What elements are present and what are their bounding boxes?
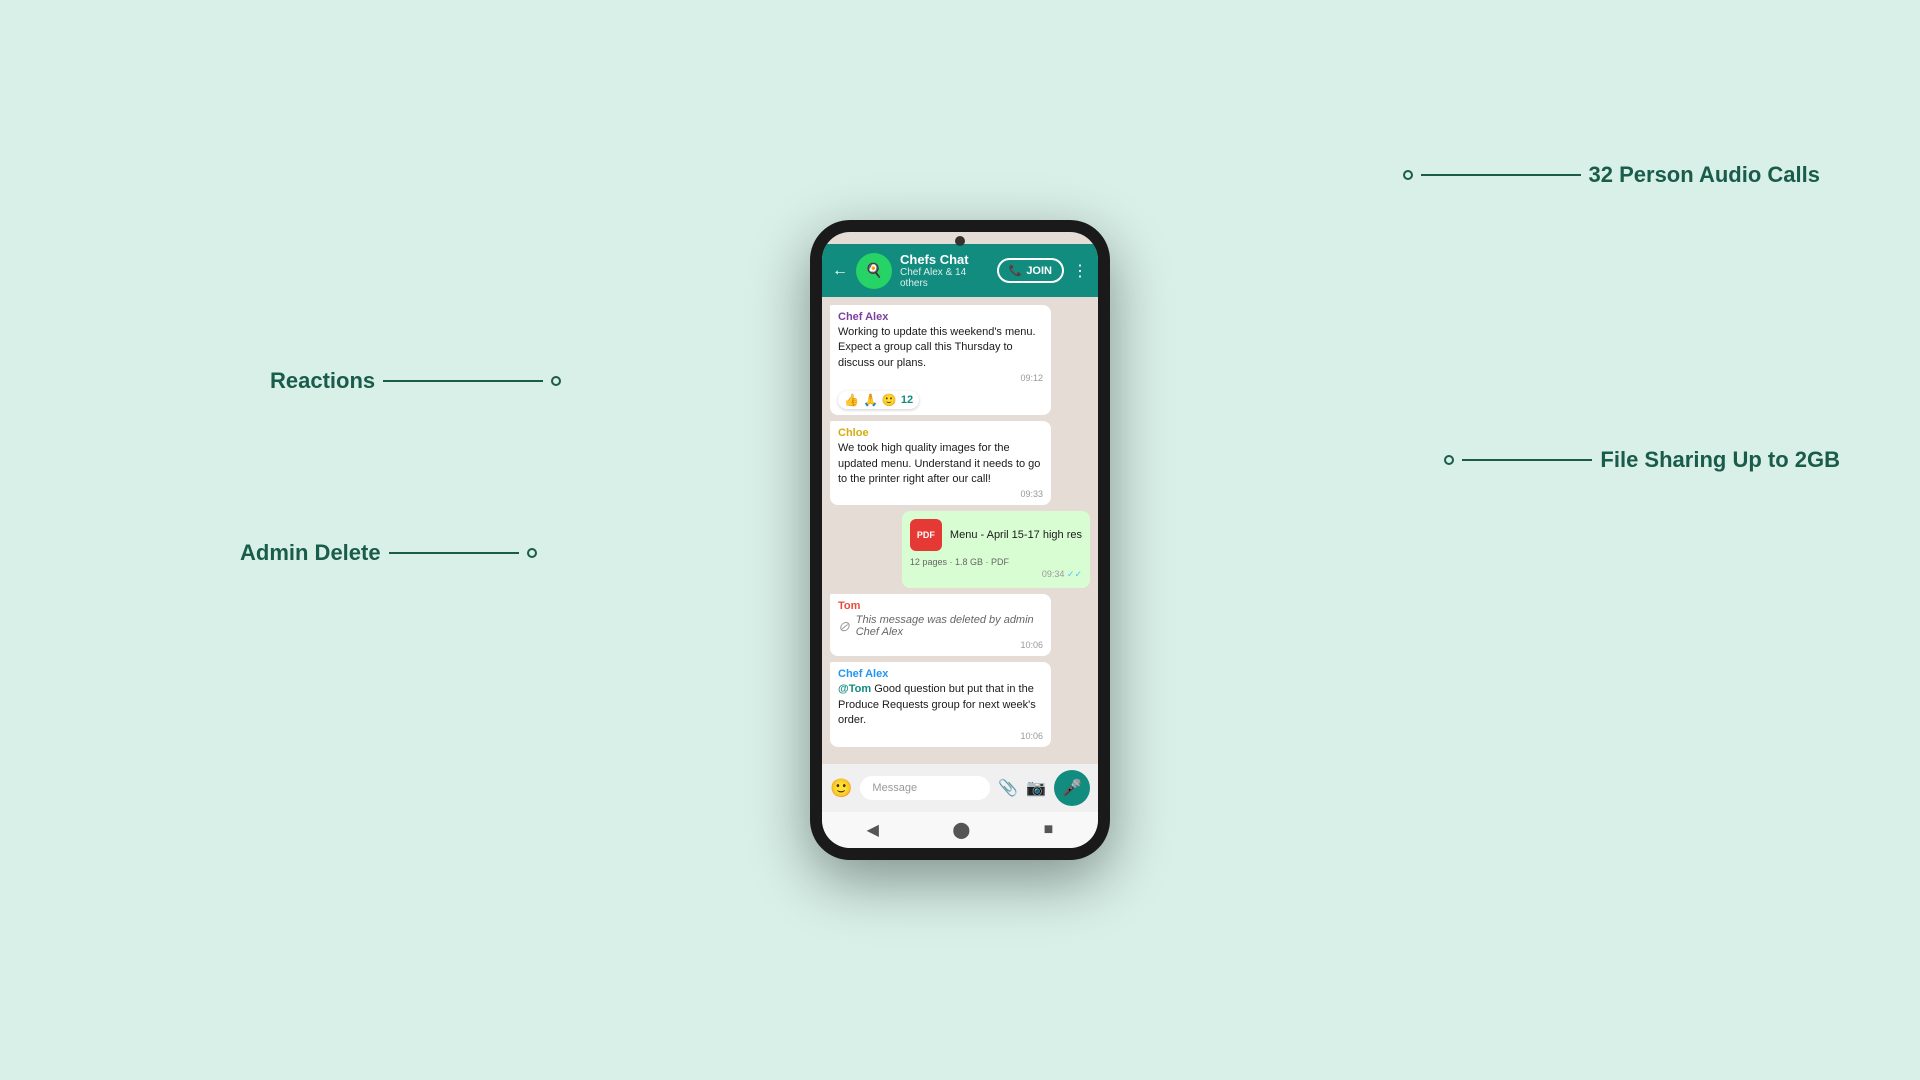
msg-text-5: @Tom Good question but put that in the P… (838, 682, 1043, 728)
deleted-message: ⊘ This message was deleted by admin Chef… (838, 614, 1043, 638)
join-label: JOIN (1026, 265, 1052, 277)
message-4-deleted: Tom ⊘ This message was deleted by admin … (830, 594, 1051, 656)
sender-chef-alex2: Chef Alex (838, 668, 1043, 680)
pdf-icon: PDF (910, 519, 942, 551)
attach-button[interactable]: 📎 (998, 778, 1018, 798)
mention-tom: @Tom (838, 683, 871, 695)
audio-calls-dot (1403, 170, 1413, 180)
reaction-smile: 🙂 (882, 393, 897, 407)
annotation-admin-delete: Admin Delete (240, 540, 537, 566)
chat-header: ← 🍳 Chefs Chat Chef Alex & 14 others 📞 J… (822, 244, 1098, 297)
annotation-audio-calls: 32 Person Audio Calls (1403, 162, 1820, 188)
annotation-file-sharing: File Sharing Up to 2GB (1444, 447, 1840, 473)
chat-name: Chefs Chat (900, 252, 989, 267)
deleted-text: This message was deleted by admin Chef A… (856, 614, 1043, 638)
message-5: Chef Alex @Tom Good question but put tha… (830, 662, 1051, 746)
phone-screen: ← 🍳 Chefs Chat Chef Alex & 14 others 📞 J… (822, 232, 1098, 848)
more-options-button[interactable]: ⋮ (1072, 261, 1088, 281)
annotation-audio-calls-label: 32 Person Audio Calls (1589, 162, 1820, 188)
chat-members: Chef Alex & 14 others (900, 267, 989, 289)
annotation-reactions: Reactions (270, 368, 561, 394)
msg-time-3: 09:34 ✓✓ (910, 569, 1082, 580)
msg-time-4: 10:06 (838, 640, 1043, 650)
nav-recent-button[interactable]: ■ (1044, 821, 1054, 839)
camera-notch (955, 236, 965, 246)
nav-back-button[interactable]: ◀ (867, 820, 879, 840)
nav-home-button[interactable]: ⬤ (952, 820, 970, 840)
mic-button[interactable]: 🎤 (1054, 770, 1090, 806)
deleted-icon: ⊘ (838, 618, 850, 635)
message-2: Chloe We took high quality images for th… (830, 421, 1051, 505)
phone-icon: 📞 (1009, 264, 1023, 277)
audio-calls-line (1421, 174, 1581, 176)
sender-chef-alex: Chef Alex (838, 311, 1043, 323)
message-input-bar: 🙂 Message 📎 📷 🎤 (822, 764, 1098, 812)
admin-delete-dot (527, 548, 537, 558)
message-3-file: PDF Menu - April 15-17 high res 12 pages… (902, 511, 1090, 588)
phone-mockup: ← 🍳 Chefs Chat Chef Alex & 14 others 📞 J… (810, 220, 1110, 860)
group-avatar: 🍳 (856, 253, 892, 289)
annotation-file-sharing-label: File Sharing Up to 2GB (1600, 447, 1840, 473)
annotation-reactions-label: Reactions (270, 368, 375, 394)
annotation-admin-delete-label: Admin Delete (240, 540, 381, 566)
msg-text-1: Working to update this weekend's menu. E… (838, 325, 1043, 371)
reaction-count: 12 (901, 394, 913, 406)
file-info: Menu - April 15-17 high res (950, 529, 1082, 541)
msg-text-2: We took high quality images for the upda… (838, 441, 1043, 487)
file-sharing-dot (1444, 455, 1454, 465)
reactions-bar: 👍 🙏 🙂 12 (838, 391, 919, 409)
file-meta: 12 pages · 1.8 GB · PDF (910, 557, 1082, 567)
emoji-button[interactable]: 🙂 (830, 778, 852, 799)
ticks: ✓✓ (1067, 569, 1082, 579)
reactions-dot (551, 376, 561, 386)
chat-body: Chef Alex Working to update this weekend… (822, 297, 1098, 764)
camera-button[interactable]: 📷 (1026, 778, 1046, 798)
message-input[interactable]: Message (860, 776, 990, 800)
reactions-line (383, 380, 543, 382)
msg-time-5: 10:06 (838, 731, 1043, 741)
join-button[interactable]: 📞 JOIN (997, 258, 1064, 283)
navigation-bar: ◀ ⬤ ■ (822, 812, 1098, 848)
file-sharing-line (1462, 459, 1592, 461)
file-name: Menu - April 15-17 high res (950, 529, 1082, 541)
chat-info: Chefs Chat Chef Alex & 14 others (900, 252, 989, 289)
reaction-pray: 🙏 (863, 393, 878, 407)
sender-tom: Tom (838, 600, 1043, 612)
reaction-thumbsup: 👍 (844, 393, 859, 407)
msg-time-1: 09:12 (838, 373, 1043, 383)
sender-chloe: Chloe (838, 427, 1043, 439)
file-header: PDF Menu - April 15-17 high res (910, 519, 1082, 551)
message-1: Chef Alex Working to update this weekend… (830, 305, 1051, 415)
msg-time-2: 09:33 (838, 489, 1043, 499)
back-button[interactable]: ← (832, 262, 848, 280)
admin-delete-line (389, 552, 519, 554)
